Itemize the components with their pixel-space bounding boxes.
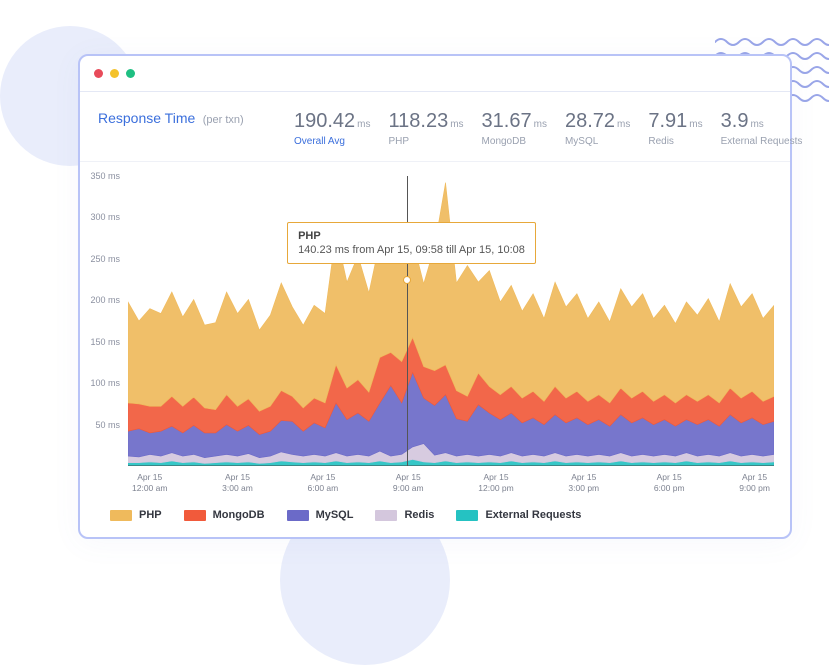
metric-overall-avg: 190.42ms Overall Avg (294, 110, 371, 147)
metric-label: Redis (648, 136, 702, 147)
x-tick-label: Apr 153:00 pm (568, 472, 599, 493)
chart-plot[interactable]: PHP 140.23 ms from Apr 15, 09:58 till Ap… (128, 176, 774, 466)
x-tick-label: Apr 1512:00 am (132, 472, 167, 493)
metric-mongodb: 31.67ms MongoDB (482, 110, 547, 147)
legend-item-mysql[interactable]: MySQL (287, 509, 354, 521)
tooltip-marker-icon (403, 276, 411, 284)
legend-swatch (456, 510, 478, 521)
metric-value: 7.91 (648, 110, 687, 132)
chart-tooltip: PHP 140.23 ms from Apr 15, 09:58 till Ap… (287, 222, 536, 264)
legend-label: MySQL (316, 509, 354, 521)
chart-cursor-line (407, 176, 408, 466)
legend-item-redis[interactable]: Redis (375, 509, 434, 521)
legend-label: External Requests (485, 509, 581, 521)
x-tick-label: Apr 159:00 am (393, 472, 424, 493)
x-tick-label: Apr 159:00 pm (739, 472, 770, 493)
y-tick-label: 200 ms (90, 295, 120, 305)
metrics-card: Response Time (per txn) 190.42msOverall … (80, 92, 790, 162)
legend-swatch (375, 510, 397, 521)
metric-unit: ms (689, 119, 702, 130)
legend-label: Redis (404, 509, 434, 521)
legend-label: PHP (139, 509, 162, 521)
metric-mysql: 28.72ms MySQL (565, 110, 630, 147)
app-window: Response Time (per txn) 190.42msOverall … (78, 54, 792, 539)
legend-swatch (287, 510, 309, 521)
y-axis-labels: 350 ms300 ms250 ms200 ms150 ms100 ms50 m… (84, 176, 124, 466)
metric-value: 28.72 (565, 110, 615, 132)
x-tick-label: Apr 156:00 am (308, 472, 339, 493)
metric-unit: ms (534, 119, 547, 130)
chart-svg (128, 176, 774, 466)
y-tick-label: 350 ms (90, 171, 120, 181)
metric-label: MongoDB (482, 136, 547, 147)
card-title-sub: (per txn) (203, 114, 244, 126)
metric-external-requests: 3.9ms External Requests (721, 110, 803, 147)
window-titlebar (80, 56, 790, 92)
legend-swatch (110, 510, 132, 521)
chart-legend: PHP MongoDB MySQL Redis External Requests (80, 497, 790, 537)
x-tick-label: Apr 1512:00 pm (478, 472, 513, 493)
y-tick-label: 250 ms (90, 254, 120, 264)
card-title: Response Time (per txn) (98, 110, 276, 128)
legend-label: MongoDB (213, 509, 265, 521)
legend-swatch (184, 510, 206, 521)
metric-label: External Requests (721, 136, 803, 147)
window-zoom-icon[interactable] (126, 69, 135, 78)
metrics-row: Response Time (per txn) 190.42msOverall … (98, 110, 772, 147)
chart-area[interactable]: 350 ms 300 ms 250 ms 200 ms 150 ms 100 ms 50 m… (80, 162, 790, 497)
tooltip-title: PHP (298, 230, 525, 242)
card-title-main: Response Time (98, 110, 195, 126)
y-tick-label: 150 ms (90, 337, 120, 347)
tooltip-body: 140.23 ms from Apr 15, 09:58 till Apr 15… (298, 244, 525, 256)
legend-item-php[interactable]: PHP (110, 509, 162, 521)
metric-unit: ms (617, 119, 630, 130)
metric-unit: ms (357, 119, 370, 130)
legend-item-external-requests[interactable]: External Requests (456, 509, 581, 521)
metric-unit: ms (450, 119, 463, 130)
x-axis-labels: Apr 1512:00 am Apr 153:00 am Apr 156:00 am… (128, 472, 774, 493)
metric-value: 118.23 (389, 110, 449, 132)
metric-label: PHP (389, 136, 464, 147)
metric-value: 190.42 (294, 110, 355, 132)
metric-label: Overall Avg (294, 136, 371, 147)
metric-value: 31.67 (482, 110, 532, 132)
y-tick-label: 50 ms (95, 420, 120, 430)
metric-php: 118.23ms PHP (389, 110, 464, 147)
legend-item-mongodb[interactable]: MongoDB (184, 509, 265, 521)
x-tick-label: Apr 156:00 pm (654, 472, 685, 493)
metric-value: 3.9 (721, 110, 749, 132)
metric-unit: ms (750, 119, 763, 130)
y-tick-label: 100 ms (90, 378, 120, 388)
metric-redis: 7.91ms Redis (648, 110, 702, 147)
y-tick-label: 300 ms (90, 212, 120, 222)
metric-label: MySQL (565, 136, 630, 147)
window-close-icon[interactable] (94, 69, 103, 78)
window-minimize-icon[interactable] (110, 69, 119, 78)
x-tick-label: Apr 153:00 am (222, 472, 253, 493)
